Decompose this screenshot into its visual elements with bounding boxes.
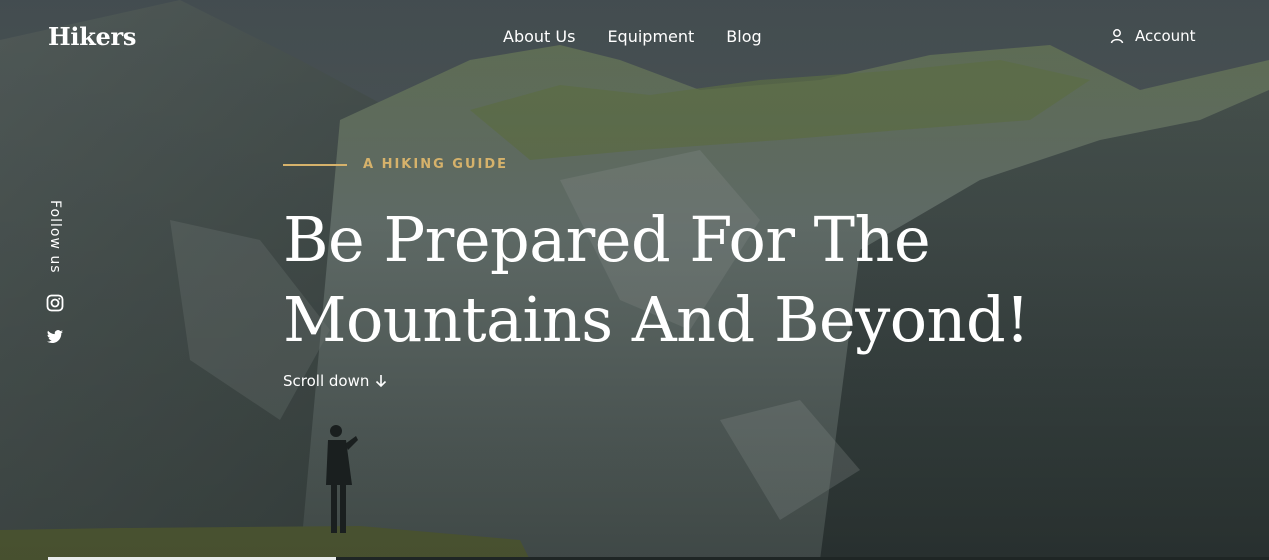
brand-logo[interactable]: Hikers xyxy=(48,22,136,51)
eyebrow-line xyxy=(283,163,347,166)
main-nav: About Us Equipment Blog xyxy=(503,27,762,46)
eyebrow: A HIKING GUIDE xyxy=(283,157,508,172)
account-link[interactable]: Account xyxy=(1109,27,1196,45)
nav-item-equipment[interactable]: Equipment xyxy=(607,27,694,46)
instagram-icon[interactable] xyxy=(46,294,64,312)
follow-us-label: Follow us xyxy=(47,200,63,274)
hero-headline: Be Prepared For The Mountains And Beyond… xyxy=(283,200,1043,360)
scroll-down-label: Scroll down xyxy=(283,372,370,390)
scroll-down-link[interactable]: Scroll down xyxy=(283,372,387,390)
headline-line-2: Mountains And Beyond! xyxy=(283,283,1030,356)
social-sidebar: Follow us xyxy=(40,200,70,346)
account-label: Account xyxy=(1135,27,1196,45)
nav-item-about-us[interactable]: About Us xyxy=(503,27,575,46)
user-icon xyxy=(1110,29,1124,44)
eyebrow-text: A HIKING GUIDE xyxy=(363,157,509,172)
nav-item-blog[interactable]: Blog xyxy=(726,27,761,46)
twitter-icon[interactable] xyxy=(46,328,64,346)
headline-line-1: Be Prepared For The xyxy=(283,203,931,276)
arrow-down-icon xyxy=(376,375,387,388)
